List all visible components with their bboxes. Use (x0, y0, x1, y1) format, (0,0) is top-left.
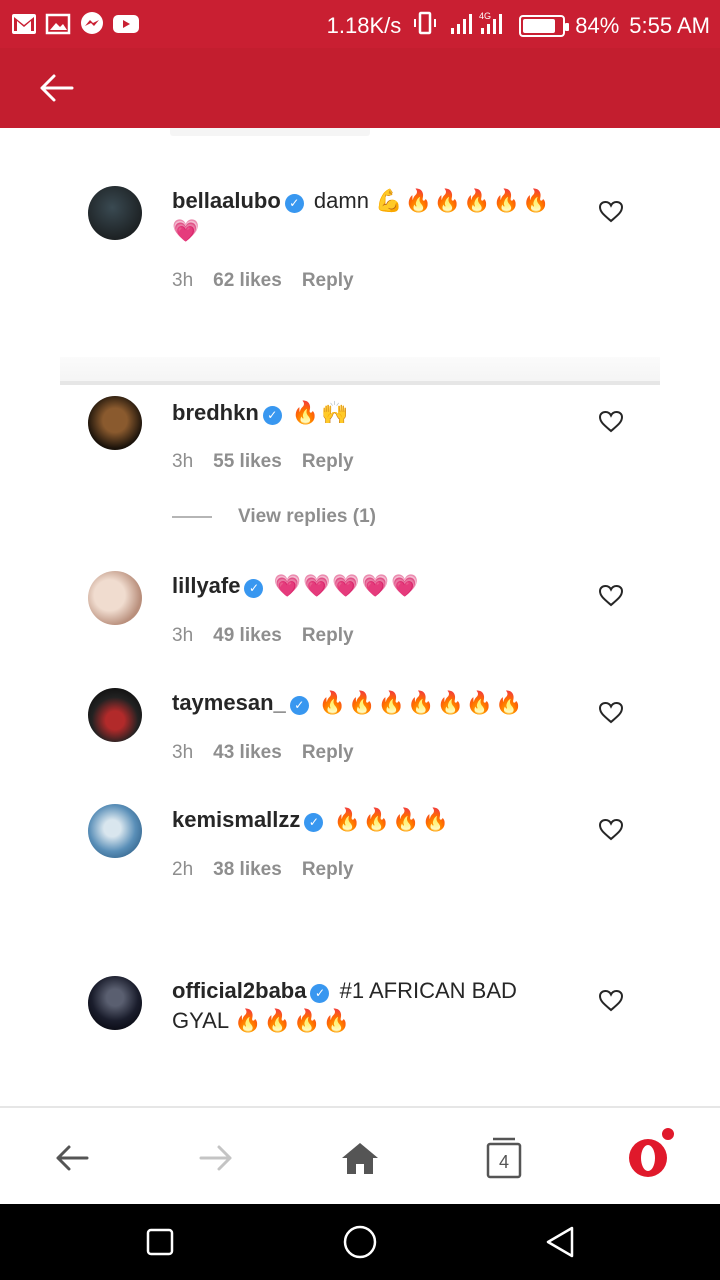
comment-text: lillyafe ✓ 💗💗💗💗💗 (172, 571, 562, 601)
avatar[interactable] (88, 186, 142, 240)
notification-dot (660, 1126, 676, 1142)
emoji-text: 💪🔥🔥🔥🔥🔥 (375, 188, 552, 213)
arrow-right-icon (199, 1145, 232, 1171)
opera-logo-icon (629, 1139, 667, 1177)
username[interactable]: taymesan_ (172, 690, 286, 715)
home-button[interactable] (336, 1134, 384, 1182)
avatar[interactable] (88, 688, 142, 742)
reply-button[interactable]: Reply (302, 451, 354, 473)
username[interactable]: bredhkn (172, 400, 259, 425)
recents-button[interactable] (140, 1222, 180, 1262)
notification-icons (10, 10, 140, 38)
back-button[interactable] (32, 66, 80, 110)
home-icon (342, 1143, 378, 1174)
tabs-button[interactable]: 4 (480, 1134, 528, 1182)
comment-text: bredhkn ✓ 🔥🙌 (172, 398, 562, 428)
opera-menu-button[interactable] (624, 1126, 676, 1182)
verified-badge-icon: ✓ (262, 406, 282, 425)
square-icon (146, 1228, 174, 1256)
arrow-left-icon (40, 74, 74, 102)
reply-button[interactable]: Reply (302, 625, 354, 647)
verified-badge-icon: ✓ (244, 579, 264, 598)
comment-body: damn (313, 188, 369, 213)
likes-count[interactable]: 49 likes (213, 625, 282, 647)
emoji-text: 🔥🔥🔥🔥 (234, 1008, 352, 1033)
battery-percent: 84% (575, 13, 620, 38)
browser-forward-button[interactable] (192, 1134, 240, 1182)
avatar[interactable] (88, 804, 142, 858)
battery-icon (519, 15, 570, 37)
gmail-icon (10, 10, 38, 38)
verified-badge-icon: ✓ (289, 696, 309, 715)
view-replies-label: View replies (1) (238, 506, 376, 527)
gallery-icon (44, 10, 72, 38)
comment-time: 3h (172, 625, 194, 646)
network-type: 4G (479, 11, 491, 21)
username[interactable]: bellaalubo (172, 188, 281, 213)
emoji-text: 🔥🔥🔥🔥🔥🔥🔥 (318, 690, 525, 715)
likes-count[interactable]: 38 likes (213, 859, 282, 881)
reply-button[interactable]: Reply (302, 742, 354, 764)
comment-meta: 3h 62 likes Reply (172, 270, 354, 292)
verified-badge-icon: ✓ (284, 194, 304, 213)
comment-text: bellaalubo ✓ damn 💪🔥🔥🔥🔥🔥 💗 (172, 186, 562, 246)
back-nav-button[interactable] (540, 1222, 580, 1262)
comment-time: 3h (172, 451, 194, 472)
like-heart-icon[interactable] (598, 584, 624, 608)
like-heart-icon[interactable] (598, 989, 624, 1013)
clock: 5:55 AM (629, 13, 710, 38)
emoji-text: 💗 (172, 218, 202, 243)
username[interactable]: lillyafe (172, 573, 240, 598)
comment-time: 2h (172, 859, 194, 880)
home-nav-button[interactable] (340, 1222, 380, 1262)
emoji-text: 💗💗💗💗💗 (273, 573, 421, 598)
circle-icon (343, 1225, 377, 1259)
verified-badge-icon: ✓ (310, 984, 330, 1003)
username[interactable]: kemismallzz (172, 807, 300, 832)
reply-button[interactable]: Reply (302, 270, 354, 292)
username[interactable]: official2baba (172, 978, 306, 1003)
likes-count[interactable]: 62 likes (213, 270, 282, 292)
avatar[interactable] (88, 571, 142, 625)
comments-list[interactable]: bellaalubo ✓ damn 💪🔥🔥🔥🔥🔥 💗 3h 62 likes Re… (0, 128, 720, 1108)
signal-icon: 4G (449, 10, 509, 42)
browser-back-button[interactable] (48, 1134, 96, 1182)
view-replies-line (172, 516, 212, 518)
like-heart-icon[interactable] (598, 410, 624, 434)
like-heart-icon[interactable] (598, 818, 624, 842)
section-divider (60, 357, 660, 385)
avatar[interactable] (88, 976, 142, 1030)
verified-badge-icon: ✓ (304, 813, 324, 832)
arrow-left-icon (56, 1145, 89, 1171)
faded-previous-row (170, 128, 370, 136)
system-nav-bar (0, 1204, 720, 1280)
avatar[interactable] (88, 396, 142, 450)
comment-time: 3h (172, 270, 194, 291)
comment-meta: 3h 55 likes Reply (172, 451, 354, 473)
comment-text: kemismallzz ✓ 🔥🔥🔥🔥 (172, 805, 562, 835)
comment-meta: 2h 38 likes Reply (172, 859, 354, 881)
like-heart-icon[interactable] (598, 701, 624, 725)
comment-meta: 3h 43 likes Reply (172, 742, 354, 764)
comment-text: official2baba ✓ #1 AFRICAN BAD GYAL 🔥🔥🔥🔥 (172, 976, 562, 1036)
likes-count[interactable]: 55 likes (213, 451, 282, 473)
messenger-icon (78, 10, 106, 38)
browser-toolbar: 4 (0, 1106, 720, 1204)
likes-count[interactable]: 43 likes (213, 742, 282, 764)
youtube-icon (112, 10, 140, 38)
reply-button[interactable]: Reply (302, 859, 354, 881)
view-replies-button[interactable]: View replies (1) (172, 506, 376, 528)
comment-time: 3h (172, 742, 194, 763)
vibrate-icon (411, 11, 439, 41)
comment-text: taymesan_ ✓ 🔥🔥🔥🔥🔥🔥🔥 (172, 688, 562, 718)
status-bar: 1.18K/s 4G 84% 5:55 AM (0, 0, 720, 48)
network-speed: 1.18K/s (326, 13, 402, 38)
app-bar (0, 48, 720, 128)
comment-meta: 3h 49 likes Reply (172, 625, 354, 647)
triangle-back-icon (546, 1226, 574, 1258)
like-heart-icon[interactable] (598, 200, 624, 224)
emoji-text: 🔥🔥🔥🔥 (333, 807, 452, 832)
tabs-count: 4 (498, 1151, 509, 1172)
emoji-text: 🔥🙌 (291, 400, 351, 425)
